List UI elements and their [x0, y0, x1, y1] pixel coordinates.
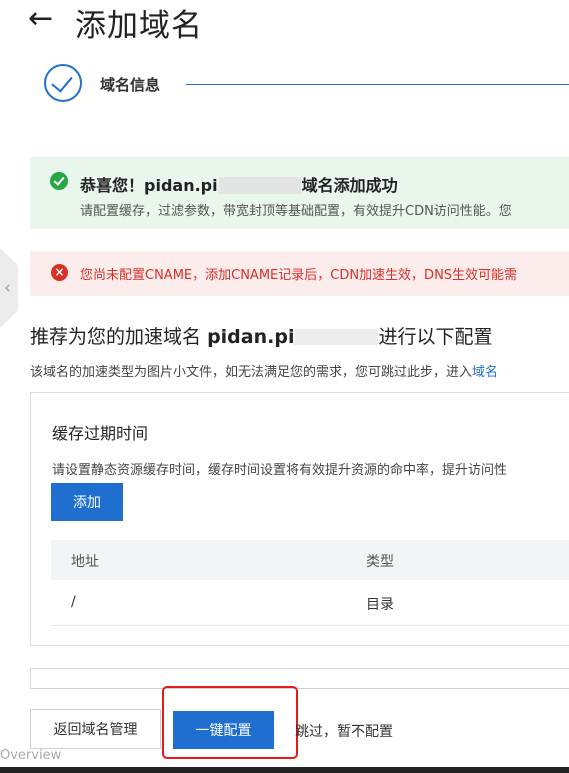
step-label: 域名信息 [100, 76, 161, 94]
recommend-title: 推荐为您的加速域名 pidan.pi 进行以下配置 [30, 322, 492, 349]
recommend-description-text: 该域名的加速类型为图片小文件，如无法满足您的需求，您可跳过此步，进入 [30, 365, 473, 380]
back-arrow-icon[interactable]: ← [28, 4, 53, 34]
error-alert-text: 您尚未配置CNAME，添加CNAME记录后，CDN加速生效，DNS生效可能需 [80, 268, 518, 283]
masked-domain-part [218, 177, 301, 194]
one-click-config-button[interactable]: 一键配置 [173, 711, 274, 749]
cell-address: / [71, 594, 76, 610]
success-alert-title: 恭喜您！pidan.pi 域名添加成功 [80, 172, 398, 196]
success-alert-description: 请配置缓存，过滤参数，带宽封顶等基础配置，有效提升CDN访问性能。您 [80, 204, 512, 219]
recommend-title-prefix: 推荐为您的加速域名 [30, 326, 202, 348]
error-x-icon: × [51, 264, 68, 281]
step-complete-check-icon [44, 64, 82, 102]
domain-link[interactable]: 域名 [472, 365, 498, 380]
recommend-description: 该域名的加速类型为图片小文件，如无法满足您的需求，您可跳过此步，进入域名 [30, 361, 498, 380]
masked-domain-part [294, 329, 379, 345]
success-title-prefix: 恭喜您！pidan.pi [80, 176, 218, 195]
collapsed-panel [30, 668, 569, 689]
cell-type: 目录 [366, 597, 394, 613]
page-title: 添加域名 [75, 8, 203, 44]
panel-title: 缓存过期时间 [52, 424, 149, 443]
panel-description: 请设置静态资源缓存时间，缓存时间设置将有效提升资源的命中率，提升访问性 [52, 463, 508, 478]
column-header-type: 类型 [366, 554, 394, 570]
bottom-bar [0, 767, 569, 773]
skip-config-link[interactable]: 跳过，暂不配置 [295, 721, 393, 741]
add-rule-button[interactable]: 添加 [51, 483, 123, 521]
success-check-icon [50, 172, 68, 190]
overview-label: Overview [0, 748, 62, 763]
column-header-address: 地址 [71, 554, 99, 570]
table-row-divider [51, 625, 569, 626]
chevron-left-icon[interactable]: ‹ [4, 278, 11, 298]
success-title-suffix: 域名添加成功 [301, 176, 398, 195]
back-to-domain-management-button[interactable]: 返回域名管理 [30, 709, 161, 749]
recommend-domain: pidan.pi [207, 326, 295, 348]
table-header [51, 540, 569, 580]
step-progress-line [186, 84, 569, 85]
recommend-title-suffix: 进行以下配置 [378, 326, 493, 348]
